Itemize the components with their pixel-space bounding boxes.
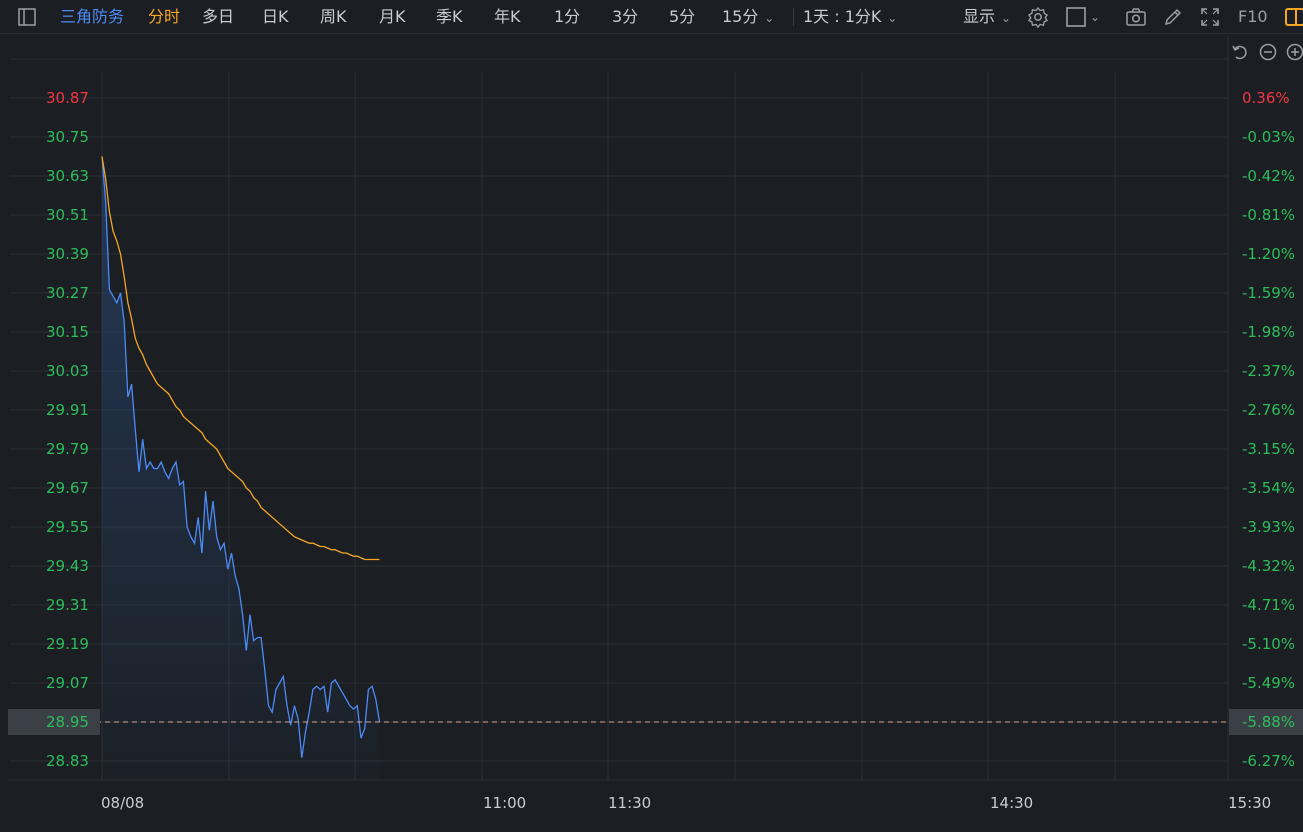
tab-15min-label: 15分	[722, 7, 759, 26]
display-menu-label: 显示	[963, 7, 996, 26]
sidebar-toggle-icon[interactable]	[15, 5, 39, 29]
y-tick-label-right: -0.03%	[1242, 128, 1295, 146]
y-tick-label-right: -0.42%	[1242, 167, 1295, 185]
tab-monthly-k[interactable]: 月K	[379, 0, 406, 34]
y-tick-label-right: -5.10%	[1242, 635, 1295, 653]
chart-toolbar: 三角防务 分时 多日 日K 周K 月K 季K 年K 1分 3分 5分 15分 ⌄…	[0, 0, 1303, 34]
y-tick-label-right: -3.54%	[1242, 479, 1295, 497]
tab-daily-k[interactable]: 日K	[262, 0, 289, 34]
price-area-fill	[102, 156, 380, 780]
y-tick-label-right: -3.15%	[1242, 440, 1295, 458]
tab-weekly-k[interactable]: 周K	[320, 0, 347, 34]
y-tick-label-right: -4.71%	[1242, 596, 1295, 614]
y-tick-label-left: 29.31	[46, 596, 89, 614]
y-tick-label-left: 29.79	[46, 440, 89, 458]
y-tick-label-left: 30.39	[46, 245, 89, 263]
tab-3min[interactable]: 3分	[612, 0, 638, 34]
tab-multi-day[interactable]: 多日	[202, 0, 234, 34]
x-tick-label: 14:30	[990, 794, 1033, 812]
camera-icon[interactable]	[1124, 5, 1148, 29]
y-tick-label-left: 30.15	[46, 323, 89, 341]
y-tick-label-left: 30.27	[46, 284, 89, 302]
x-tick-label: 11:00	[483, 794, 526, 812]
y-tick-label-right: -2.37%	[1242, 362, 1295, 380]
y-tick-label-left: 29.19	[46, 635, 89, 653]
fullscreen-icon[interactable]	[1198, 5, 1222, 29]
y-tick-label-right: -6.27%	[1242, 752, 1295, 770]
display-menu[interactable]: 显示 ⌄	[963, 0, 1011, 34]
f10-button[interactable]: F10	[1238, 0, 1268, 34]
period-select-label: 1天 : 1分K	[803, 7, 882, 26]
stock-name[interactable]: 三角防务	[60, 0, 124, 34]
period-select[interactable]: 1天 : 1分K ⌄	[803, 0, 897, 34]
y-tick-label-right: -2.76%	[1242, 401, 1295, 419]
y-tick-label-right: -5.88%	[1242, 713, 1295, 731]
y-tick-label-left: 28.95	[46, 713, 89, 731]
chevron-down-icon[interactable]: ⌄	[1090, 0, 1100, 34]
tab-5min[interactable]: 5分	[669, 0, 695, 34]
y-tick-label-left: 30.63	[46, 167, 89, 185]
y-tick-label-left: 30.03	[46, 362, 89, 380]
toolbar-divider	[793, 8, 794, 26]
y-tick-label-left: 28.83	[46, 752, 89, 770]
y-tick-label-right: -1.20%	[1242, 245, 1295, 263]
x-tick-label: 08/08	[101, 794, 144, 812]
tab-15min[interactable]: 15分 ⌄	[722, 0, 774, 34]
tab-intraday[interactable]: 分时	[148, 0, 180, 34]
y-tick-label-left: 30.75	[46, 128, 89, 146]
y-tick-label-right: -4.32%	[1242, 557, 1295, 575]
x-tick-label: 15:30	[1228, 794, 1271, 812]
y-tick-label-right: -5.49%	[1242, 674, 1295, 692]
y-tick-label-right: -3.93%	[1242, 518, 1295, 536]
layout-square-icon[interactable]	[1064, 5, 1088, 29]
panel-toggle-icon[interactable]	[1283, 5, 1303, 29]
tab-yearly-k[interactable]: 年K	[494, 0, 521, 34]
y-tick-label-right: -1.98%	[1242, 323, 1295, 341]
chevron-down-icon: ⌄	[883, 11, 898, 25]
y-tick-label-left: 30.51	[46, 206, 89, 224]
y-tick-label-left: 30.87	[46, 89, 89, 107]
y-tick-label-right: -0.81%	[1242, 206, 1295, 224]
y-tick-label-left: 29.07	[46, 674, 89, 692]
intraday-chart[interactable]: 30.87 30.75 30.63 30.51 30.39 30.27 30.15 30.03…	[0, 35, 1303, 832]
pencil-icon[interactable]	[1161, 5, 1185, 29]
chevron-down-icon: ⌄	[997, 11, 1011, 25]
y-tick-label-left: 29.91	[46, 401, 89, 419]
y-tick-label-left: 29.67	[46, 479, 89, 497]
y-tick-label-right: -1.59%	[1242, 284, 1295, 302]
chevron-down-icon: ⌄	[760, 11, 775, 25]
y-tick-label-left: 29.55	[46, 518, 89, 536]
tab-quarterly-k[interactable]: 季K	[436, 0, 463, 34]
y-tick-label-right: 0.36%	[1242, 89, 1290, 107]
settings-gear-icon[interactable]	[1026, 5, 1050, 29]
y-tick-label-left: 29.43	[46, 557, 89, 575]
tab-1min[interactable]: 1分	[554, 0, 580, 34]
x-tick-label: 11:30	[608, 794, 651, 812]
